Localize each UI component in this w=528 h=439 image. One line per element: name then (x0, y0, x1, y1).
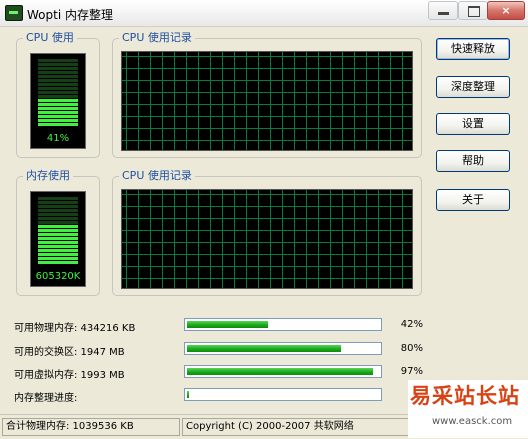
cpu-meter-segment (38, 83, 78, 86)
memory-meter-segment (38, 201, 78, 204)
memory-history-label: CPU 使用记录 (119, 169, 195, 183)
cpu-usage-meter: 41% (30, 53, 86, 149)
memory-meter-segment (38, 221, 78, 224)
swap-fill (187, 345, 341, 352)
defrag-progress-bar (184, 388, 382, 401)
cpu-meter-segment (38, 75, 78, 78)
cpu-history-group: CPU 使用记录 (112, 31, 422, 158)
deep-clean-button[interactable]: 深度整理 (436, 76, 510, 98)
cpu-meter-segment (38, 95, 78, 98)
memory-meter-segment (38, 245, 78, 248)
cpu-meter-segment (38, 107, 78, 110)
about-button[interactable]: 关于 (436, 189, 510, 211)
cpu-history-label: CPU 使用记录 (119, 31, 195, 45)
maximize-icon (468, 6, 480, 17)
cpu-meter-segment (38, 115, 78, 118)
virtual-memory-percent: 97% (400, 366, 423, 377)
cpu-meter-segment (38, 87, 78, 90)
cpu-meter-segment (38, 67, 78, 70)
defrag-progress-label: 内存整理进度: (14, 393, 78, 404)
close-icon: × (501, 4, 511, 17)
memory-meter-segment (38, 213, 78, 216)
title-bar[interactable]: Wopti 内存整理 × (0, 0, 528, 27)
minimize-icon (438, 12, 449, 15)
watermark: 易采站长站 www.easck.com (408, 380, 528, 438)
memory-meter-segment (38, 233, 78, 236)
app-icon (5, 5, 23, 21)
memory-meter-segment (38, 197, 78, 200)
cpu-meter-segment (38, 63, 78, 66)
memory-meter-segment (38, 225, 78, 228)
physical-memory-percent: 42% (400, 319, 423, 330)
physical-memory-bar (184, 318, 382, 331)
memory-meter-segment (38, 253, 78, 256)
cpu-meter-segment (38, 103, 78, 106)
memory-meter-segment (38, 205, 78, 208)
memory-meter-segment (38, 249, 78, 252)
total-memory-pane: 合计物理内存: 1039536 KB (2, 418, 180, 436)
memory-meter-segment (38, 257, 78, 260)
cpu-meter-segment (38, 71, 78, 74)
memory-usage-group: 内存使用 605320K (16, 169, 100, 296)
settings-button[interactable]: 设置 (436, 113, 510, 135)
quick-release-button[interactable]: 快速释放 (436, 38, 510, 60)
cpu-meter-segment (38, 111, 78, 114)
cpu-history-graph (121, 51, 413, 151)
cpu-meter-segment (38, 59, 78, 62)
memory-history-group: CPU 使用记录 (112, 169, 422, 296)
cpu-meter-segment (38, 79, 78, 82)
cpu-meter-segment (38, 91, 78, 94)
copyright-pane: Copyright (C) 2000-2007 共软网络 (182, 418, 412, 436)
close-button[interactable]: × (487, 1, 525, 20)
window-title: Wopti 内存整理 (27, 8, 113, 22)
memory-usage-meter: 605320K (30, 191, 86, 287)
virtual-memory-label: 可用虚拟内存: 1993 MB (14, 370, 125, 381)
memory-usage-label: 内存使用 (23, 169, 73, 183)
cpu-meter-segment (38, 99, 78, 102)
help-button[interactable]: 帮助 (436, 150, 510, 172)
cpu-meter-segment (38, 123, 78, 126)
minimize-button[interactable] (428, 1, 458, 20)
watermark-url: www.easck.com (432, 416, 513, 427)
memory-usage-value: 605320K (35, 271, 81, 282)
swap-bar (184, 342, 382, 355)
memory-meter-segment (38, 209, 78, 212)
cpu-usage-group: CPU 使用 41% (16, 31, 100, 158)
cpu-usage-label: CPU 使用 (23, 31, 77, 45)
physical-memory-fill (187, 321, 268, 328)
cpu-usage-value: 41% (46, 133, 70, 144)
memory-meter-segment (38, 237, 78, 240)
cpu-meter-segment (38, 119, 78, 122)
memory-meter-segment (38, 261, 78, 264)
memory-meter-segment (38, 217, 78, 220)
memory-meter-segment (38, 229, 78, 232)
virtual-memory-fill (187, 368, 373, 375)
memory-meter-segment (38, 241, 78, 244)
memory-history-graph (121, 189, 413, 289)
swap-percent: 80% (400, 343, 423, 354)
physical-memory-label: 可用物理内存: 434216 KB (14, 323, 136, 334)
maximize-button[interactable] (458, 1, 488, 20)
virtual-memory-bar (184, 365, 382, 378)
defrag-progress-fill (187, 391, 189, 398)
swap-label: 可用的交换区: 1947 MB (14, 347, 125, 358)
watermark-text: 易采站长站 (410, 383, 520, 408)
main-window: Wopti 内存整理 × CPU 使用 41% CPU 使用记录 内存使用 60… (0, 0, 528, 439)
